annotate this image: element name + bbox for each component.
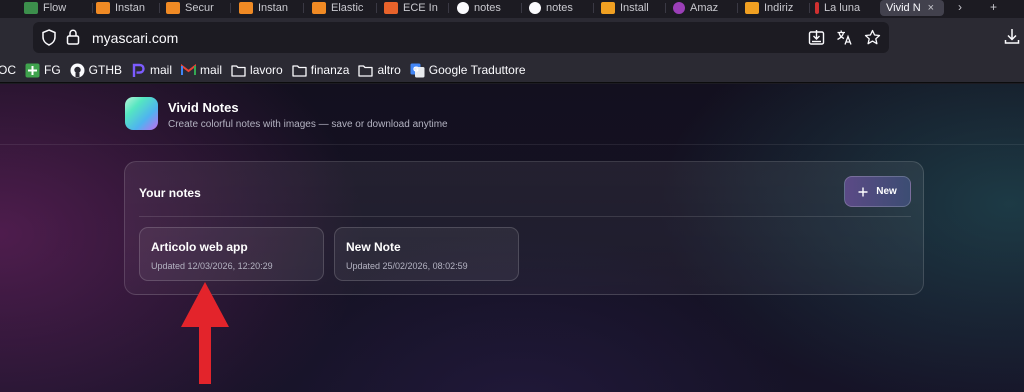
bookmarks-bar: OC FG GTHB mail mail lavoro finanza altr… — [0, 58, 1024, 83]
new-note-label: New — [876, 186, 897, 197]
tab[interactable]: Instan — [239, 0, 297, 16]
downloads-icon[interactable] — [1004, 28, 1020, 45]
address-bar[interactable]: myascari.com — [33, 22, 889, 53]
tab-label: Install — [620, 2, 649, 14]
tab-label: Amaz — [690, 2, 719, 14]
tab-label: Instan — [258, 2, 288, 14]
bookmark-folder[interactable]: altro — [358, 63, 401, 78]
tab[interactable]: Flow — [24, 0, 90, 16]
bookmark-item[interactable]: G Google Traduttore — [410, 63, 526, 78]
tab-label: Vivid N — [886, 2, 921, 14]
note-card[interactable]: Articolo web app Updated 12/03/2026, 12:… — [139, 227, 324, 281]
red-arrow-annotation — [181, 282, 229, 384]
bookmark-label: FG — [44, 63, 61, 77]
p-logo-icon — [131, 63, 146, 78]
close-icon[interactable]: × — [928, 2, 934, 14]
tab[interactable]: Install — [601, 0, 659, 16]
bookmark-item[interactable]: GTHB — [70, 63, 122, 78]
tab-favicon-icon — [673, 2, 685, 14]
bookmark-label: finanza — [310, 63, 350, 77]
tab-label: Elastic — [331, 2, 364, 14]
bookmark-folder[interactable]: lavoro — [231, 63, 283, 78]
web-page: Vivid Notes Create colorful notes with i… — [0, 84, 1024, 392]
bookmark-label: Google Traduttore — [428, 63, 526, 77]
navigation-bar: myascari.com — [0, 18, 1024, 58]
bookmark-label: OC — [0, 63, 16, 77]
github-icon — [529, 2, 541, 14]
bookmark-item[interactable]: FG — [25, 63, 61, 78]
divider — [139, 216, 911, 217]
app-logo — [125, 97, 158, 130]
bookmark-item[interactable]: OC — [0, 63, 16, 77]
app-subtitle: Create colorful notes with images — save… — [168, 119, 448, 130]
svg-text:G: G — [413, 65, 419, 73]
tab-favicon-icon — [24, 2, 38, 14]
bookmark-label: lavoro — [250, 63, 283, 77]
tab-active[interactable]: Vivid N × — [880, 0, 944, 16]
bookmark-label: mail — [200, 63, 223, 77]
folder-icon — [231, 63, 246, 78]
bookmark-star-icon[interactable] — [863, 28, 881, 46]
bookmark-item[interactable]: mail — [131, 63, 172, 78]
tab-favicon-icon — [384, 2, 398, 14]
note-title: Articolo web app — [151, 240, 248, 254]
bookmark-label: altro — [377, 63, 401, 77]
tab[interactable]: La luna — [815, 0, 873, 16]
tab-label: notes — [546, 2, 573, 14]
tab-list-chevron-icon[interactable]: › — [958, 0, 962, 14]
notes-panel: Your notes New Articolo web app Updated … — [124, 161, 924, 295]
tab[interactable]: Indiriz — [745, 0, 803, 16]
panel-title: Your notes — [139, 186, 201, 200]
app-header: Vivid Notes Create colorful notes with i… — [0, 84, 1024, 145]
gmail-icon — [181, 63, 197, 78]
bookmark-label: mail — [150, 63, 173, 77]
lock-icon[interactable] — [66, 29, 80, 45]
tab-label: ECE In — [403, 2, 438, 14]
new-tab-plus-icon[interactable]: + — [990, 0, 997, 14]
tab-favicon-icon — [96, 2, 110, 14]
tab-favicon-icon — [745, 2, 759, 14]
new-note-button[interactable]: New — [844, 176, 911, 207]
tab-label: Instan — [115, 2, 145, 14]
tab-favicon-icon — [601, 2, 615, 14]
note-card[interactable]: New Note Updated 25/02/2026, 08:02:59 — [334, 227, 519, 281]
plus-icon — [858, 187, 868, 196]
bookmark-folder[interactable]: finanza — [292, 63, 350, 78]
tab-favicon-icon — [166, 2, 180, 14]
note-title: New Note — [346, 240, 401, 254]
tab-label: Secur — [185, 2, 214, 14]
folder-icon — [292, 63, 307, 78]
url-text[interactable]: myascari.com — [92, 30, 178, 46]
github-icon — [457, 2, 469, 14]
note-updated: Updated 12/03/2026, 12:20:29 — [151, 261, 273, 271]
folder-icon — [358, 63, 374, 78]
tab-label: Flow — [43, 2, 67, 14]
tab[interactable]: Elastic — [312, 0, 370, 16]
tracking-shield-icon[interactable] — [41, 29, 57, 46]
translate-icon[interactable] — [835, 28, 853, 46]
tab-favicon-icon — [239, 2, 253, 14]
google-translate-icon: G — [410, 63, 425, 78]
save-to-device-icon[interactable] — [807, 28, 825, 46]
app-title: Vivid Notes — [168, 100, 239, 115]
github-icon — [70, 63, 85, 78]
tab[interactable]: Instan — [96, 0, 154, 16]
note-updated: Updated 25/02/2026, 08:02:59 — [346, 261, 468, 271]
tab-favicon-icon — [312, 2, 326, 14]
tab[interactable]: notes — [457, 0, 515, 16]
plus-square-icon — [25, 63, 40, 78]
bookmark-label: GTHB — [88, 63, 123, 77]
tab-label: La luna — [824, 2, 861, 14]
tab[interactable]: Secur — [166, 0, 224, 16]
tab[interactable]: ECE In — [384, 0, 442, 16]
tab-label: notes — [474, 2, 501, 14]
bookmark-item[interactable]: mail — [181, 63, 222, 78]
tab[interactable]: notes — [529, 0, 587, 16]
tab-strip: Flow Instan Secur Instan Elastic ECE In … — [0, 0, 1024, 18]
tab-favicon-icon — [815, 2, 819, 14]
tab-label: Indiriz — [764, 2, 794, 14]
tab[interactable]: Amaz — [673, 0, 731, 16]
